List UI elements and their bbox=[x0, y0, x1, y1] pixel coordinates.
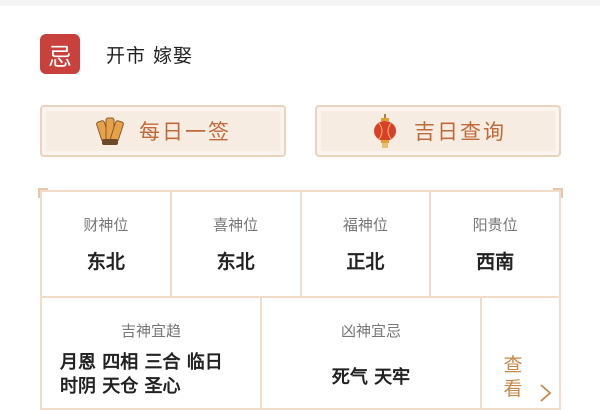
position-value: 东北 bbox=[216, 251, 255, 273]
inauspicious-gods-title: 凶神宜忌 bbox=[340, 322, 401, 340]
lucky-day-query-button[interactable]: 吉日查询 bbox=[315, 105, 561, 157]
bamboo-slips-icon bbox=[95, 114, 125, 148]
ji-row: 忌 开市 嫁娶 bbox=[40, 33, 193, 75]
inauspicious-gods-cell: 凶神宜忌 死气 天牢 bbox=[262, 298, 482, 410]
position-label: 福神位 bbox=[342, 216, 388, 234]
auspicious-gods-title: 吉神宜趋 bbox=[120, 322, 181, 340]
position-value: 东北 bbox=[86, 251, 125, 273]
view-more-label: 查看 bbox=[503, 354, 523, 400]
auspicious-gods-line: 月恩 四相 三合 临日 bbox=[60, 352, 223, 373]
view-more-button[interactable]: 查看 bbox=[482, 298, 559, 410]
lucky-day-query-label: 吉日查询 bbox=[414, 120, 506, 144]
position-value: 西南 bbox=[476, 251, 515, 273]
inauspicious-gods-list: 死气 天牢 bbox=[331, 367, 411, 388]
position-value: 正北 bbox=[346, 251, 385, 273]
position-label: 财神位 bbox=[83, 216, 129, 234]
auspicious-gods-list: 月恩 四相 三合 临日 时阴 天仓 圣心 bbox=[60, 351, 250, 399]
daily-sign-button[interactable]: 每日一签 bbox=[40, 105, 286, 157]
position-cell: 财神位 东北 bbox=[42, 192, 172, 296]
position-cell: 喜神位 东北 bbox=[172, 192, 302, 296]
gods-row: 吉神宜趋 月恩 四相 三合 临日 时阴 天仓 圣心 凶神宜忌 死气 天牢 查看 bbox=[42, 298, 559, 410]
ji-items: 开市 嫁娶 bbox=[106, 44, 194, 67]
top-divider bbox=[0, 0, 600, 6]
ji-badge: 忌 bbox=[40, 34, 80, 74]
auspicious-gods-cell: 吉神宜趋 月恩 四相 三合 临日 时阴 天仓 圣心 bbox=[42, 298, 262, 410]
position-cell: 福神位 正北 bbox=[302, 192, 432, 296]
auspicious-gods-line: 时阴 天仓 圣心 bbox=[60, 376, 181, 397]
deity-positions-grid: 财神位 东北 喜神位 东北 福神位 正北 阳贵位 西南 吉神宜趋 月恩 四相 三… bbox=[38, 188, 563, 410]
daily-sign-label: 每日一签 bbox=[139, 120, 231, 144]
chevron-right-icon bbox=[534, 382, 556, 404]
lantern-icon bbox=[370, 114, 400, 148]
position-label: 阳贵位 bbox=[472, 216, 518, 234]
position-cell: 阳贵位 西南 bbox=[431, 192, 559, 296]
positions-row: 财神位 东北 喜神位 东北 福神位 正北 阳贵位 西南 bbox=[42, 192, 559, 298]
position-label: 喜神位 bbox=[213, 216, 259, 234]
